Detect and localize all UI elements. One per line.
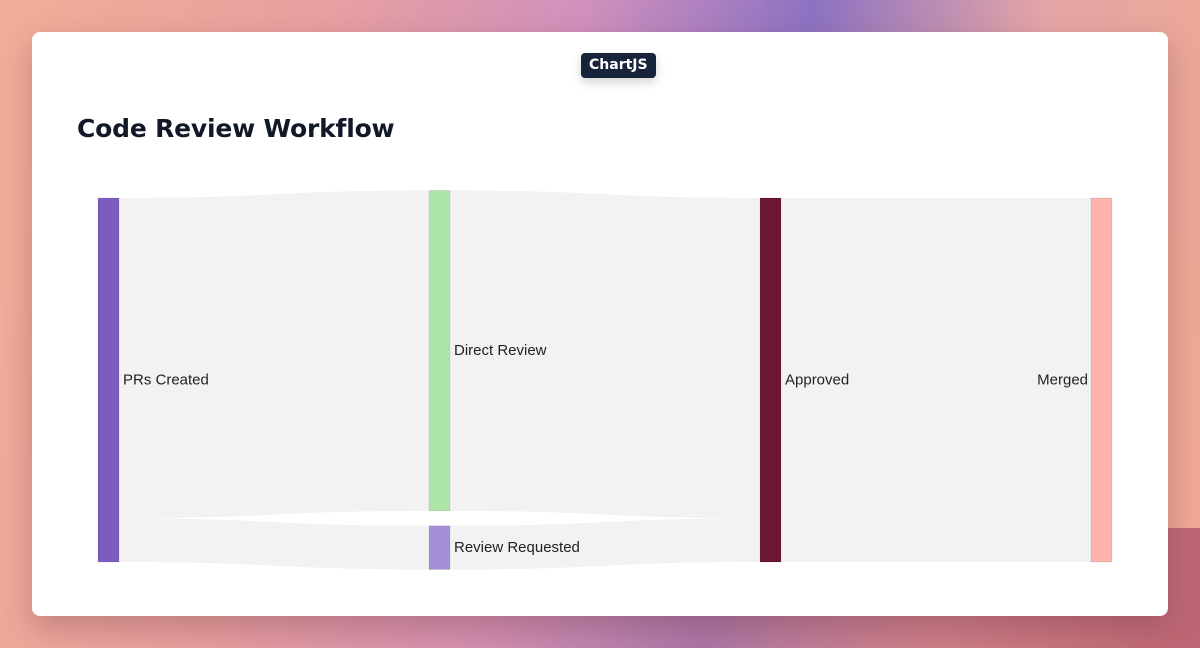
node-label-approved: Approved [785, 372, 849, 389]
node-prs_created[interactable] [97, 197, 120, 563]
node-merged[interactable] [1090, 197, 1113, 563]
node-review_requested[interactable] [428, 525, 451, 570]
node-label-direct_review: Direct Review [454, 342, 547, 359]
sankey-chart: PRs Created Direct Review Review Requested… [97, 190, 1113, 570]
node-approved[interactable] [759, 197, 782, 563]
flow-link-prs_created-review_requested[interactable] [119, 518, 429, 570]
node-direct_review[interactable] [428, 190, 451, 512]
chart-card: ChartJS Code Review Workflow PRs Created… [32, 32, 1168, 616]
flow-link-prs_created-direct_review[interactable] [119, 190, 429, 519]
node-label-merged: Merged [1037, 372, 1088, 389]
node-label-prs_created: PRs Created [123, 372, 209, 389]
node-label-review_requested: Review Requested [454, 539, 580, 556]
